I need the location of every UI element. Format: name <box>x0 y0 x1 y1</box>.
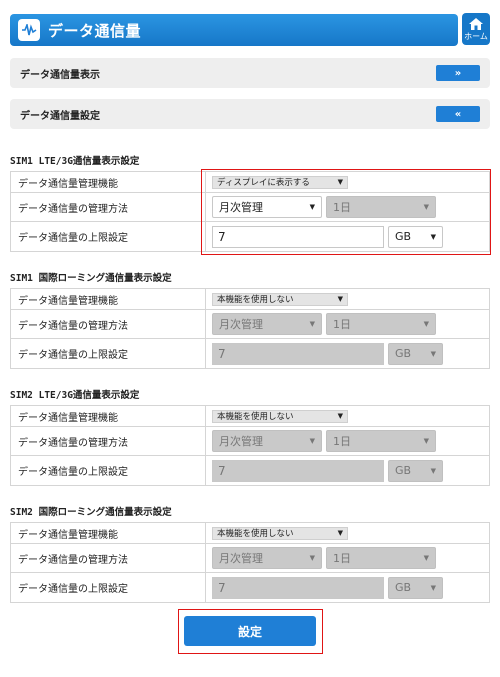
dropdown-arrow-icon: ▼ <box>337 295 343 303</box>
row-label: データ通信量の管理方法 <box>11 310 206 338</box>
row-label: データ通信量管理機能 <box>11 172 206 192</box>
mgmt-function-select[interactable]: 本機能を使用しない ▼ <box>212 409 348 423</box>
period-select[interactable]: 月次管理 ▼ <box>212 430 322 452</box>
select-value: 月次管理 <box>219 552 263 565</box>
select-value: 月次管理 <box>219 435 263 448</box>
section-title: SIM2 国際ローミング通信量表示設定 <box>10 507 172 518</box>
row-label: データ通信量の管理方法 <box>11 193 206 221</box>
row-label: データ通信量の上限設定 <box>11 573 206 602</box>
dropdown-arrow-icon: ▼ <box>309 554 315 562</box>
settings-table: データ通信量管理機能 本機能を使用しない ▼ データ通信量の管理方法 月次管理 … <box>10 288 490 369</box>
collapse-button[interactable]: « <box>436 106 480 122</box>
dropdown-arrow-icon: ▼ <box>309 437 315 445</box>
unit-select[interactable]: GB ▼ <box>388 459 443 482</box>
limit-input[interactable]: 7 <box>212 342 384 365</box>
day-select[interactable]: 1日 ▼ <box>326 313 436 335</box>
dropdown-arrow-icon: ▼ <box>430 466 436 475</box>
select-value: 月次管理 <box>219 318 263 331</box>
limit-input[interactable]: 7 <box>212 576 384 599</box>
highlight-box <box>201 169 491 255</box>
table-row: データ通信量管理機能 本機能を使用しない ▼ <box>11 406 489 426</box>
home-button[interactable]: ホーム <box>462 13 490 45</box>
limit-input[interactable]: 7 <box>212 459 384 482</box>
select-value: 1日 <box>333 318 351 331</box>
row-label: データ通信量管理機能 <box>11 406 206 426</box>
select-value: 本機能を使用しない <box>217 412 294 422</box>
unit-select[interactable]: GB ▼ <box>388 576 443 599</box>
select-value: 1日 <box>333 552 351 565</box>
table-row: データ通信量管理機能 本機能を使用しない ▼ <box>11 523 489 543</box>
dropdown-arrow-icon: ▼ <box>423 554 429 562</box>
unit-select[interactable]: GB ▼ <box>388 342 443 365</box>
nav-label: データ通信量表示 <box>20 69 100 81</box>
row-label: データ通信量の上限設定 <box>11 456 206 485</box>
table-row: データ通信量管理機能 本機能を使用しない ▼ <box>11 289 489 309</box>
row-label: データ通信量管理機能 <box>11 289 206 309</box>
select-value: 1日 <box>333 435 351 448</box>
table-row: データ通信量の管理方法 月次管理 ▼ 1日 ▼ <box>11 543 489 572</box>
section-title: SIM1 国際ローミング通信量表示設定 <box>10 273 172 284</box>
select-value: GB <box>395 347 412 360</box>
table-row: データ通信量の上限設定 7 GB ▼ <box>11 338 489 368</box>
table-row: データ通信量の管理方法 月次管理 ▼ 1日 ▼ <box>11 309 489 338</box>
submit-button[interactable]: 設定 <box>184 616 316 646</box>
row-label: データ通信量の上限設定 <box>11 339 206 368</box>
nav-label: データ通信量設定 <box>20 110 100 122</box>
select-value: 本機能を使用しない <box>217 529 294 539</box>
row-label: データ通信量の上限設定 <box>11 222 206 251</box>
settings-table: データ通信量管理機能 本機能を使用しない ▼ データ通信量の管理方法 月次管理 … <box>10 405 490 486</box>
day-select[interactable]: 1日 ▼ <box>326 547 436 569</box>
settings-table: データ通信量管理機能 本機能を使用しない ▼ データ通信量の管理方法 月次管理 … <box>10 522 490 603</box>
dropdown-arrow-icon: ▼ <box>423 320 429 328</box>
section-title: SIM2 LTE/3G通信量表示設定 <box>10 390 140 401</box>
row-label: データ通信量管理機能 <box>11 523 206 543</box>
dropdown-arrow-icon: ▼ <box>337 529 343 537</box>
day-select[interactable]: 1日 ▼ <box>326 430 436 452</box>
dropdown-arrow-icon: ▼ <box>337 412 343 420</box>
table-row: データ通信量の上限設定 7 GB ▼ <box>11 572 489 602</box>
section-title: SIM1 LTE/3G通信量表示設定 <box>10 156 140 167</box>
select-value: 本機能を使用しない <box>217 295 294 305</box>
table-row: データ通信量の管理方法 月次管理 ▼ 1日 ▼ <box>11 426 489 455</box>
page-header: データ通信量 <box>10 14 458 46</box>
expand-button[interactable]: » <box>436 65 480 81</box>
mgmt-function-select[interactable]: 本機能を使用しない ▼ <box>212 292 348 306</box>
mgmt-function-select[interactable]: 本機能を使用しない ▼ <box>212 526 348 540</box>
signal-wave-icon <box>18 19 40 41</box>
period-select[interactable]: 月次管理 ▼ <box>212 313 322 335</box>
page-title: データ通信量 <box>48 21 142 40</box>
select-value: GB <box>395 464 412 477</box>
row-label: データ通信量の管理方法 <box>11 427 206 455</box>
period-select[interactable]: 月次管理 ▼ <box>212 547 322 569</box>
dropdown-arrow-icon: ▼ <box>430 349 436 358</box>
dropdown-arrow-icon: ▼ <box>309 320 315 328</box>
table-row: データ通信量の上限設定 7 GB ▼ <box>11 455 489 485</box>
select-value: GB <box>395 581 412 594</box>
home-icon <box>469 17 483 30</box>
nav-data-usage-display[interactable]: データ通信量表示 » <box>10 58 490 88</box>
row-label: データ通信量の管理方法 <box>11 544 206 572</box>
home-label: ホーム <box>464 31 488 41</box>
dropdown-arrow-icon: ▼ <box>430 583 436 592</box>
nav-data-usage-settings[interactable]: データ通信量設定 « <box>10 99 490 129</box>
dropdown-arrow-icon: ▼ <box>423 437 429 445</box>
